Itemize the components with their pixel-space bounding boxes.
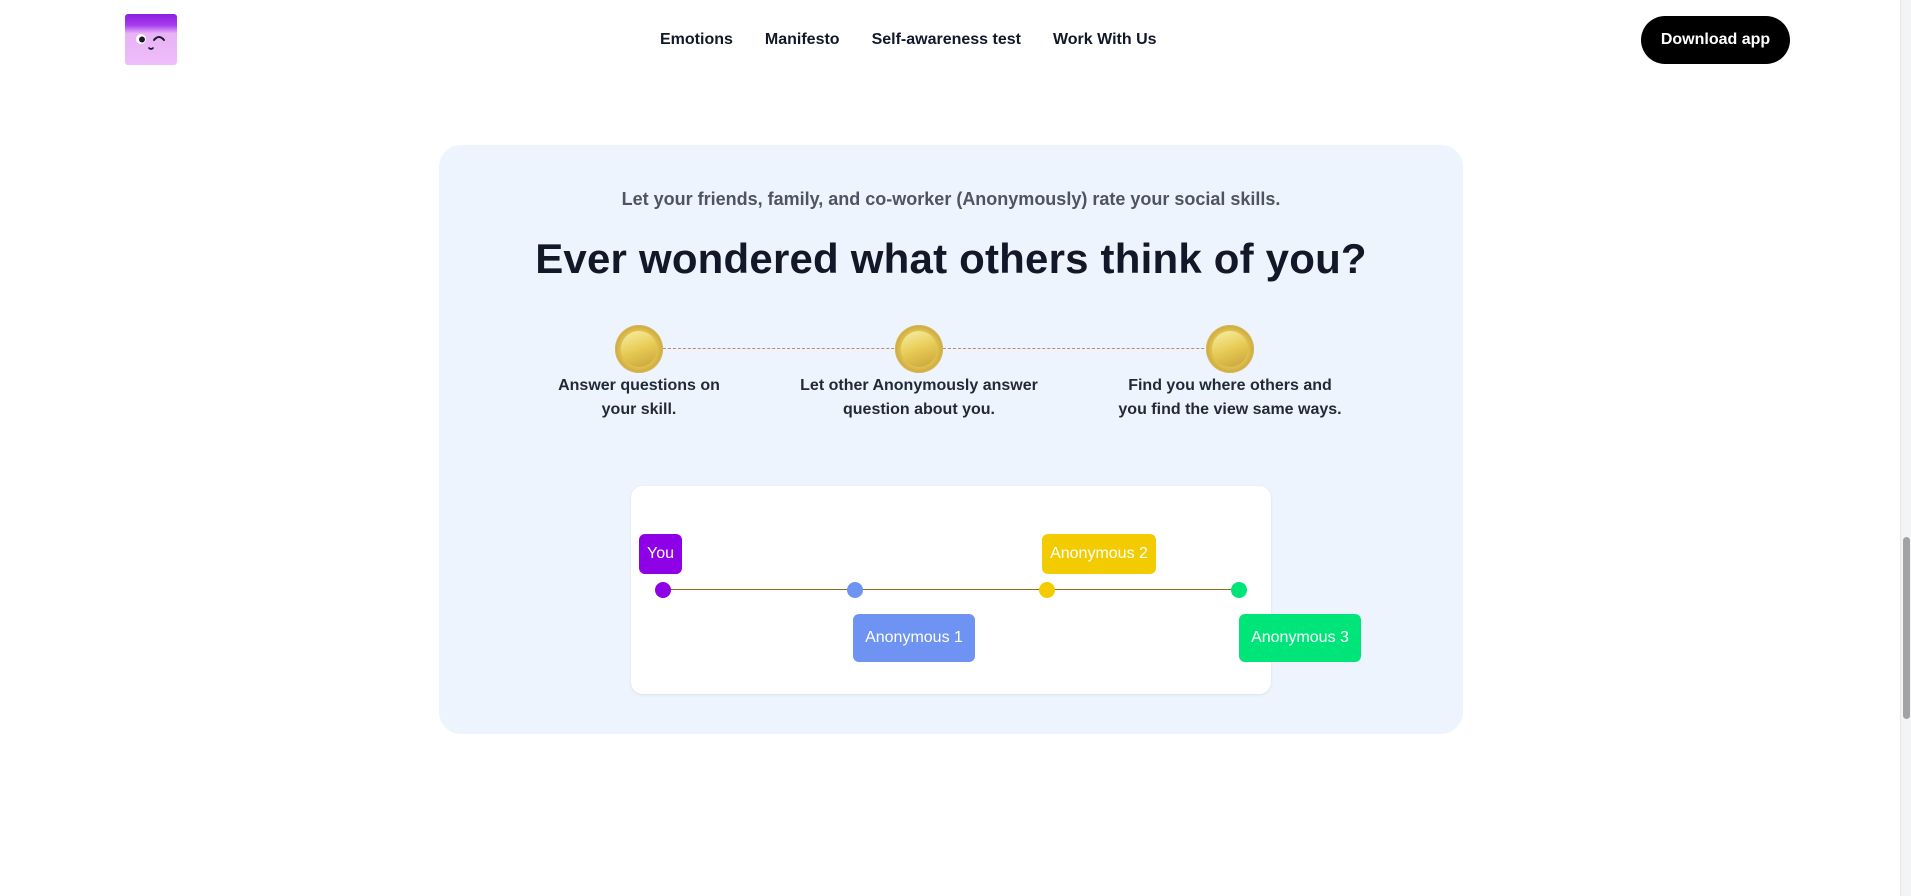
rating-scale-track xyxy=(663,589,1239,590)
step-2-text: Let other Anonymously answer question ab… xyxy=(800,377,1038,418)
social-skills-card: Let your friends, family, and co-worker … xyxy=(439,145,1463,734)
step-1-text: Answer questions on your skill. xyxy=(558,377,720,418)
rating-scale-panel xyxy=(631,486,1271,694)
download-app-button[interactable]: Download app xyxy=(1641,16,1790,64)
scale-dot-anonymous-1 xyxy=(847,582,863,598)
nav-work-with-us[interactable]: Work With Us xyxy=(1053,31,1157,49)
step-3-text: Find you where others and you find the v… xyxy=(1118,377,1342,418)
app-logo[interactable] xyxy=(125,14,177,65)
nav-self-awareness-test[interactable]: Self-awareness test xyxy=(872,31,1021,49)
steps-connector xyxy=(943,348,1229,349)
site-header: Emotions Manifesto Self-awareness test W… xyxy=(0,0,1911,80)
tag-anonymous-1: Anonymous 1 xyxy=(853,614,975,662)
card-subtitle: Let your friends, family, and co-worker … xyxy=(621,189,1281,209)
scale-dot-anonymous-2 xyxy=(1039,582,1055,598)
tag-anonymous-2: Anonymous 2 xyxy=(1042,534,1156,574)
tag-you: You xyxy=(639,534,682,574)
gold-coin-icon xyxy=(1206,325,1254,373)
page-scrollbar[interactable] xyxy=(1900,0,1911,896)
gold-coin-icon xyxy=(615,325,663,373)
winking-face-logo-icon xyxy=(136,34,165,50)
steps-connector xyxy=(663,348,919,349)
tag-anonymous-3: Anonymous 3 xyxy=(1239,614,1361,662)
main-nav: Emotions Manifesto Self-awareness test W… xyxy=(660,0,1189,80)
nav-manifesto[interactable]: Manifesto xyxy=(765,31,840,49)
scale-dot-you xyxy=(655,582,671,598)
nav-emotions[interactable]: Emotions xyxy=(660,31,733,49)
scrollbar-thumb[interactable] xyxy=(1903,537,1910,719)
gold-coin-icon xyxy=(895,325,943,373)
scale-dot-anonymous-3 xyxy=(1231,582,1247,598)
card-headline: Ever wondered what others think of you? xyxy=(535,235,1367,282)
